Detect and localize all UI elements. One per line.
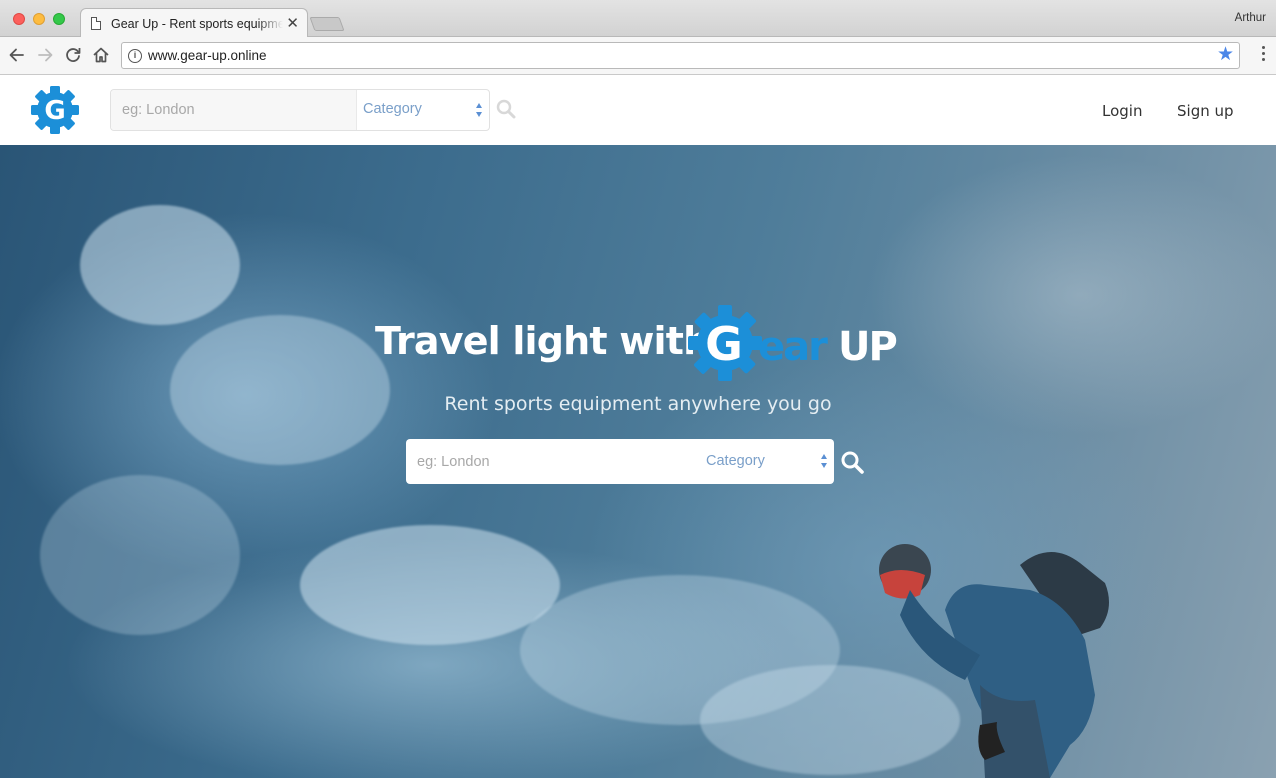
profile-name[interactable]: Arthur [1235, 12, 1266, 24]
close-window-button[interactable] [13, 13, 25, 25]
bookmark-star-icon[interactable]: ★ [1217, 44, 1234, 66]
hero-search-form: Category [406, 439, 834, 484]
minimize-window-button[interactable] [33, 13, 45, 25]
hero-title: Travel light with G ear UP [375, 305, 915, 393]
tab-title: Gear Up - Rent sports equipment anywhere… [111, 17, 283, 31]
select-arrows-icon [821, 454, 829, 468]
document-icon [91, 17, 101, 30]
site-header: G Category Login Sign up [0, 76, 1276, 145]
snowboarder-image [879, 544, 1109, 778]
brand-up: UP [838, 324, 896, 370]
zoom-window-button[interactable] [53, 13, 65, 25]
hero-section: Travel light with G ear UP Rent sports e… [0, 145, 1276, 778]
browser-titlebar: Gear Up - Rent sports equipment anywhere… [0, 0, 1276, 38]
new-tab-button[interactable] [309, 17, 345, 31]
hero-category-select[interactable]: Category [706, 453, 765, 469]
tab-close-icon[interactable]: ✕ [286, 14, 299, 32]
url-text[interactable]: www.gear-up.online [148, 48, 267, 63]
logo-letter: G [44, 96, 65, 126]
signup-link[interactable]: Sign up [1177, 102, 1234, 120]
hero-subtitle: Rent sports equipment anywhere you go [444, 393, 832, 415]
header-location-field[interactable] [111, 90, 357, 130]
header-search-icon[interactable] [495, 98, 517, 120]
brand-ear: ear [758, 324, 828, 370]
home-icon[interactable] [90, 44, 112, 66]
login-link[interactable]: Login [1102, 102, 1142, 120]
hero-title-lead: Travel light with [375, 319, 710, 363]
header-location-input[interactable] [111, 90, 356, 130]
hero-search-icon[interactable] [840, 450, 865, 475]
hero-location-input[interactable] [406, 439, 686, 484]
gear-up-wordmark-logo: G ear UP [688, 305, 898, 381]
browser-menu-icon[interactable] [1262, 46, 1266, 64]
gear-up-logo-icon[interactable]: G [29, 84, 81, 136]
brand-g: G [705, 317, 743, 371]
forward-arrow-icon[interactable] [34, 44, 56, 66]
select-arrows-icon [476, 103, 484, 117]
browser-tab-active[interactable]: Gear Up - Rent sports equipment anywhere… [80, 8, 308, 38]
header-search-form: Category [110, 89, 490, 131]
address-bar[interactable]: i www.gear-up.online ★ [121, 42, 1240, 69]
reload-icon[interactable] [62, 44, 84, 66]
back-arrow-icon[interactable] [6, 44, 28, 66]
site-info-icon[interactable]: i [128, 49, 142, 63]
browser-toolbar: i www.gear-up.online ★ [0, 37, 1276, 75]
header-category-select[interactable]: Category [363, 101, 422, 117]
